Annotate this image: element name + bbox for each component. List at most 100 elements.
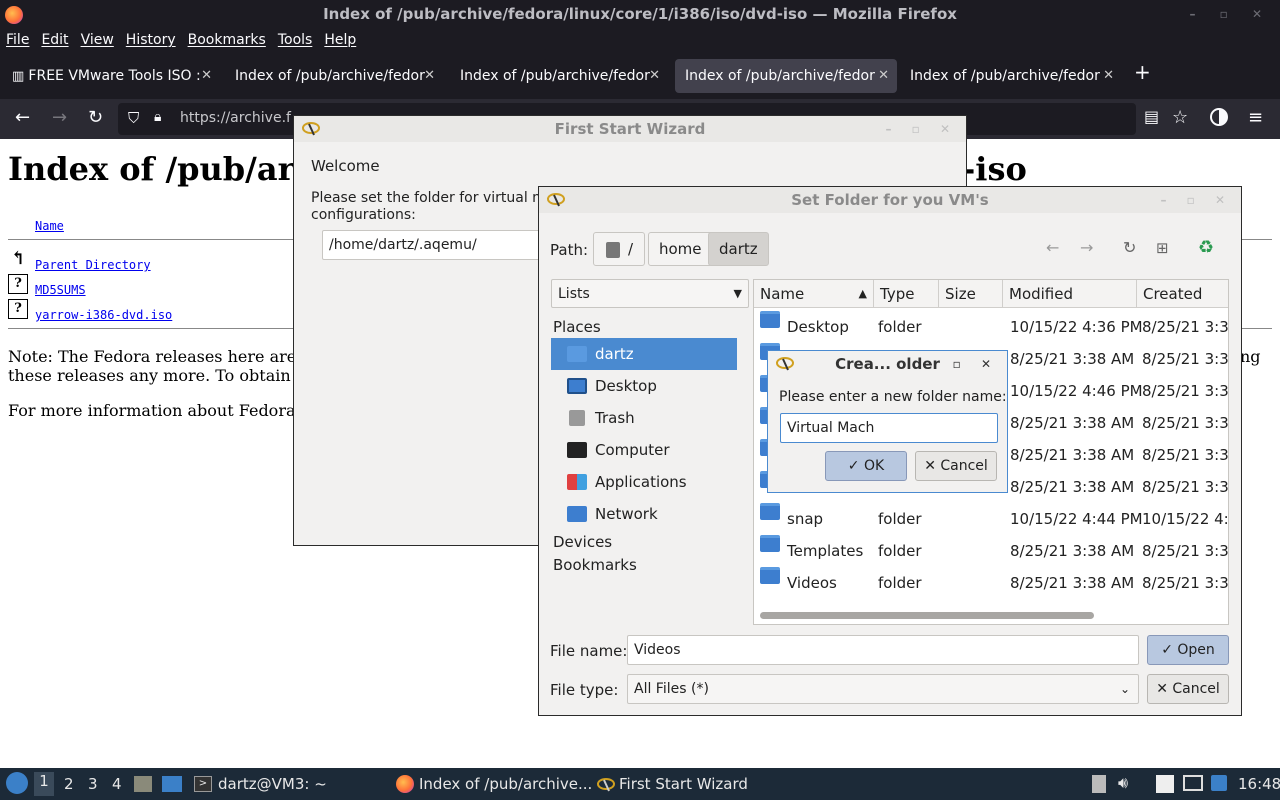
cancel-button[interactable]: ✕ Cancel bbox=[915, 451, 997, 481]
volume-icon[interactable]: 🔊︎ bbox=[1118, 773, 1128, 793]
place-applications[interactable]: Applications bbox=[551, 466, 737, 498]
menu-help[interactable]: Help bbox=[318, 29, 362, 48]
notes-icon[interactable] bbox=[1156, 775, 1174, 793]
trash-icon bbox=[569, 410, 585, 426]
taskbar-wizard[interactable]: First Start Wizard bbox=[619, 775, 748, 793]
column-created[interactable]: Created bbox=[1137, 280, 1228, 308]
place-network[interactable]: Network bbox=[551, 498, 737, 530]
files-icon[interactable] bbox=[134, 776, 152, 792]
ok-button[interactable]: ✓ OK bbox=[825, 451, 907, 481]
forward-icon[interactable]: → bbox=[52, 107, 67, 128]
bookmark-star-icon[interactable]: ☆ bbox=[1172, 107, 1188, 128]
display-icon[interactable] bbox=[1183, 775, 1203, 791]
tab-bar: ▥ FREE VMware Tools ISO : ✕ Index of /pub… bbox=[0, 53, 1280, 99]
close-icon[interactable]: ✕ bbox=[878, 59, 889, 93]
path-root-button[interactable]: / bbox=[593, 232, 645, 266]
tab-label: Index of /pub/archive/fedora bbox=[235, 68, 425, 84]
window-controls[interactable]: – ▫ ✕ bbox=[1160, 187, 1233, 213]
close-icon[interactable]: ✕ bbox=[201, 59, 212, 93]
column-size[interactable]: Size bbox=[939, 280, 1003, 308]
applications-icon bbox=[567, 474, 587, 490]
lists-select[interactable]: Lists ▼ bbox=[551, 279, 749, 308]
close-icon[interactable]: ✕ bbox=[424, 59, 435, 93]
menu-file[interactable]: File bbox=[0, 29, 35, 48]
workspace-4[interactable]: 4 bbox=[112, 775, 122, 793]
file-link[interactable]: MD5SUMS bbox=[35, 283, 86, 297]
lock-icon[interactable]: 🔒︎ bbox=[154, 109, 161, 125]
workspace-2[interactable]: 2 bbox=[64, 775, 74, 793]
forward-icon[interactable]: → bbox=[1080, 238, 1093, 257]
parent-directory-link[interactable]: Parent Directory bbox=[35, 258, 151, 272]
recycle-icon[interactable]: ♻ bbox=[1198, 237, 1214, 258]
folder-name-prompt: Please enter a new folder name: bbox=[779, 389, 1007, 405]
clipboard-icon[interactable] bbox=[1092, 775, 1106, 793]
taskbar-firefox[interactable]: Index of /pub/archive... bbox=[419, 775, 592, 793]
path-home-button[interactable]: home bbox=[648, 232, 713, 266]
column-modified[interactable]: Modified bbox=[1003, 280, 1137, 308]
column-name[interactable]: Name ▲ bbox=[754, 280, 874, 308]
menu-tools[interactable]: Tools bbox=[272, 29, 319, 48]
tab-index-1[interactable]: Index of /pub/archive/fedora ✕ bbox=[225, 59, 443, 93]
menu-edit[interactable]: Edit bbox=[35, 29, 74, 48]
set-folder-titlebar[interactable]: Set Folder for you VM's – ▫ ✕ bbox=[539, 187, 1241, 213]
close-icon[interactable]: ✕ bbox=[1103, 59, 1114, 93]
back-icon[interactable]: ← bbox=[1046, 238, 1059, 257]
desktop-icon[interactable] bbox=[162, 776, 182, 792]
wizard-titlebar[interactable]: First Start Wizard – ▫ ✕ bbox=[294, 116, 966, 142]
account-icon[interactable] bbox=[1210, 108, 1228, 126]
sort-up-icon: ▲ bbox=[858, 287, 867, 300]
place-computer[interactable]: Computer bbox=[551, 434, 737, 466]
place-desktop[interactable]: Desktop bbox=[551, 370, 737, 402]
column-type[interactable]: Type bbox=[874, 280, 939, 308]
reader-view-icon[interactable]: ▤ bbox=[1144, 107, 1159, 126]
create-folder-titlebar[interactable]: Crea... older – ▫ ✕ bbox=[768, 351, 1007, 377]
file-row[interactable]: Templates folder 8/25/21 3:38 AM 8/25/21 3:… bbox=[754, 535, 1228, 567]
dialog-title: Set Folder for you VM's bbox=[791, 191, 989, 209]
file-row[interactable]: snap folder 10/15/22 4:44 PM 10/15/22 4:4 bbox=[754, 503, 1228, 535]
vm-folder-input[interactable]: /home/dartz/.aqemu/ bbox=[322, 230, 552, 260]
file-name-input[interactable]: Videos bbox=[627, 635, 1139, 665]
workspace-1[interactable]: 1 bbox=[34, 772, 54, 796]
sort-name-link[interactable]: Name bbox=[35, 219, 64, 233]
new-folder-icon[interactable]: ⊞ bbox=[1156, 239, 1169, 257]
network-icon bbox=[567, 506, 587, 522]
menu-bookmarks[interactable]: Bookmarks bbox=[182, 29, 272, 48]
tab-index-active[interactable]: Index of /pub/archive/fedora ✕ bbox=[675, 59, 897, 93]
open-button[interactable]: ✓ Open bbox=[1147, 635, 1229, 665]
reload-icon[interactable]: ↻ bbox=[88, 107, 103, 128]
menu-history[interactable]: History bbox=[120, 29, 182, 48]
back-icon[interactable]: ← bbox=[15, 107, 30, 128]
refresh-icon[interactable]: ↻ bbox=[1123, 238, 1136, 257]
file-link[interactable]: yarrow-i386-dvd.iso bbox=[35, 308, 172, 322]
workspace-3[interactable]: 3 bbox=[88, 775, 98, 793]
shield-icon[interactable]: ⛉ bbox=[128, 109, 139, 127]
menu-view[interactable]: View bbox=[75, 29, 120, 48]
url-text[interactable]: https://archive.f bbox=[180, 110, 291, 126]
window-controls[interactable]: – ▫ ✕ bbox=[926, 351, 999, 377]
folder-name-input[interactable]: Virtual Mach bbox=[780, 413, 998, 443]
close-icon[interactable]: ✕ bbox=[649, 59, 660, 93]
path-dartz-button[interactable]: dartz bbox=[708, 232, 769, 266]
window-controls[interactable]: – ▫ ✕ bbox=[1189, 0, 1272, 29]
file-type-select[interactable]: All Files (*) ⌄ bbox=[627, 674, 1139, 704]
info-text: For more information about Fedora bbox=[8, 401, 296, 420]
start-menu-icon[interactable] bbox=[6, 772, 28, 794]
taskbar-terminal[interactable]: dartz@VM3: ~ bbox=[218, 775, 327, 793]
place-dartz[interactable]: dartz bbox=[551, 338, 737, 370]
window-controls[interactable]: – ▫ ✕ bbox=[885, 116, 958, 142]
tab-vmware[interactable]: ▥ FREE VMware Tools ISO : ✕ bbox=[2, 59, 220, 93]
file-row[interactable]: Desktop folder 10/15/22 4:36 PM 8/25/21 3:3… bbox=[754, 311, 1228, 343]
tab-label: FREE VMware Tools ISO : bbox=[28, 68, 201, 84]
firefox-icon bbox=[396, 775, 414, 793]
update-icon[interactable] bbox=[1211, 775, 1227, 791]
welcome-heading: Welcome bbox=[311, 157, 380, 175]
new-tab-icon[interactable]: + bbox=[1134, 60, 1151, 84]
cancel-button[interactable]: ✕ Cancel bbox=[1147, 674, 1229, 704]
place-trash[interactable]: Trash bbox=[551, 402, 737, 434]
firefox-icon bbox=[5, 6, 23, 24]
horizontal-scrollbar[interactable] bbox=[760, 612, 1094, 619]
file-row[interactable]: Videos folder 8/25/21 3:38 AM 8/25/21 3:38 bbox=[754, 567, 1228, 599]
menu-hamburger-icon[interactable]: ≡ bbox=[1248, 107, 1263, 128]
tab-index-2[interactable]: Index of /pub/archive/fedora ✕ bbox=[450, 59, 668, 93]
tab-index-4[interactable]: Index of /pub/archive/fedora ✕ bbox=[900, 59, 1122, 93]
